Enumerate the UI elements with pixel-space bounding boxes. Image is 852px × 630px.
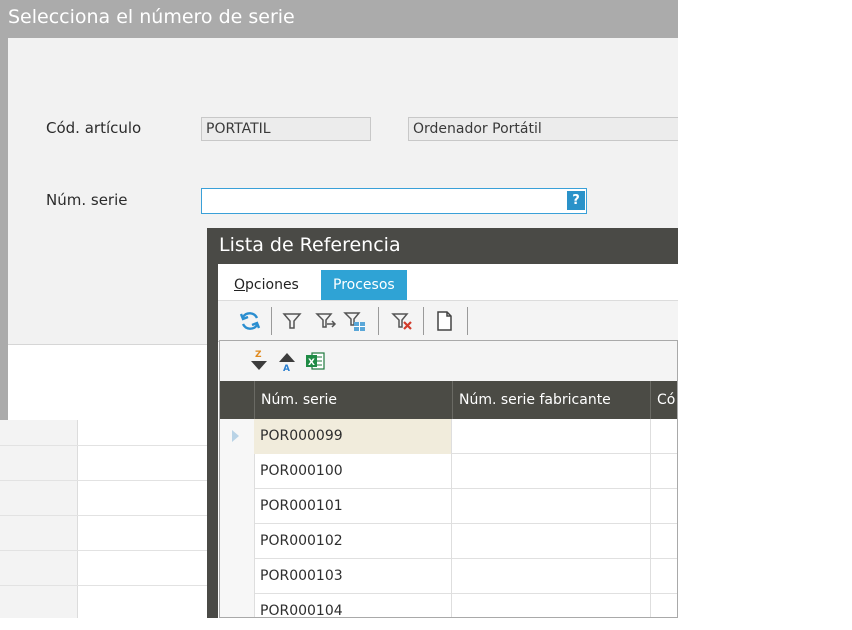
serie-label: Núm. serie [46,191,128,209]
serie-input[interactable] [201,188,587,214]
background-grid-line [0,585,220,586]
new-document-icon[interactable] [432,309,456,333]
row-selector[interactable] [220,594,255,617]
cell-fabricante[interactable] [452,419,651,454]
cell-serie[interactable]: POR000103 [254,559,452,594]
toolbar-separator [423,307,424,335]
tab-opciones[interactable]: Opciones [222,270,311,300]
filter-apply-icon[interactable] [314,309,338,333]
screen-canvas: Selecciona el número de serie Cód. artíc… [0,0,678,618]
background-grid-column [0,418,78,618]
sort-ascending-icon[interactable]: A [276,349,298,373]
column-header-serie[interactable]: Núm. serie [254,381,452,419]
tab-procesos[interactable]: Procesos [321,270,407,300]
cell-fabricante[interactable] [452,454,651,489]
row-selector[interactable] [220,489,255,524]
reference-list-window: Lista de Referencia Opciones Procesos Z … [207,228,678,618]
table-row[interactable]: POR000100 [220,454,677,489]
reference-list-body: Opciones Procesos Z A X Núm. serie Núm. … [218,264,678,618]
cell-serie[interactable]: POR000099 [254,419,452,454]
toolbar-separator [467,307,468,335]
table-row[interactable]: POR000099 [220,419,677,454]
serial-number-grid: Z A X Núm. serie Núm. serie fabricante C… [219,340,678,618]
table-row[interactable]: POR000104 [220,594,677,617]
cell-fabricante[interactable] [452,489,651,524]
dialog-title: Selecciona el número de serie [8,6,295,28]
refresh-icon[interactable] [238,309,262,333]
current-row-arrow-icon [232,430,239,442]
background-grid-line [0,480,220,481]
reference-toolbar [218,300,678,342]
filter-grid-icon[interactable] [342,309,366,333]
tab-opciones-accesskey: O [234,277,246,293]
row-selector[interactable] [220,454,255,489]
column-header-truncated[interactable]: Có [650,381,677,419]
grid-header: Núm. serie Núm. serie fabricante Có [220,381,677,419]
background-grid-line [0,515,220,516]
table-row[interactable]: POR000102 [220,524,677,559]
articulo-label: Cód. artículo [46,119,142,137]
column-header-fabricante[interactable]: Núm. serie fabricante [452,381,650,419]
background-grid-line [0,550,220,551]
row-selector[interactable] [220,559,255,594]
row-selector[interactable] [220,419,255,454]
row-selector[interactable] [220,524,255,559]
table-row[interactable]: POR000103 [220,559,677,594]
svg-text:A: A [283,364,290,373]
clear-filter-icon[interactable] [390,309,414,333]
svg-text:X: X [308,358,315,368]
help-button[interactable]: ? [567,191,585,210]
cell-serie[interactable]: POR000101 [254,489,452,524]
background-grid-line [0,445,220,446]
filter-icon[interactable] [280,309,304,333]
articulo-code-field: PORTATIL [201,117,371,141]
tab-opciones-label: pciones [245,277,299,293]
sort-descending-icon[interactable]: Z [248,349,270,373]
reference-list-title: Lista de Referencia [219,234,401,256]
background-grid [0,418,220,618]
grid-tools: Z A X [220,341,677,381]
cell-fabricante[interactable] [452,559,651,594]
table-row[interactable]: POR000101 [220,489,677,524]
cell-fabricante[interactable] [452,524,651,559]
svg-text:Z: Z [255,350,262,360]
toolbar-separator [271,307,272,335]
toolbar-separator [378,307,379,335]
articulo-description-field: Ordenador Portátil [408,117,678,141]
cell-fabricante[interactable] [452,594,651,617]
cell-serie[interactable]: POR000100 [254,454,452,489]
excel-export-icon[interactable]: X [304,349,326,373]
cell-serie[interactable]: POR000104 [254,594,452,617]
cell-serie[interactable]: POR000102 [254,524,452,559]
